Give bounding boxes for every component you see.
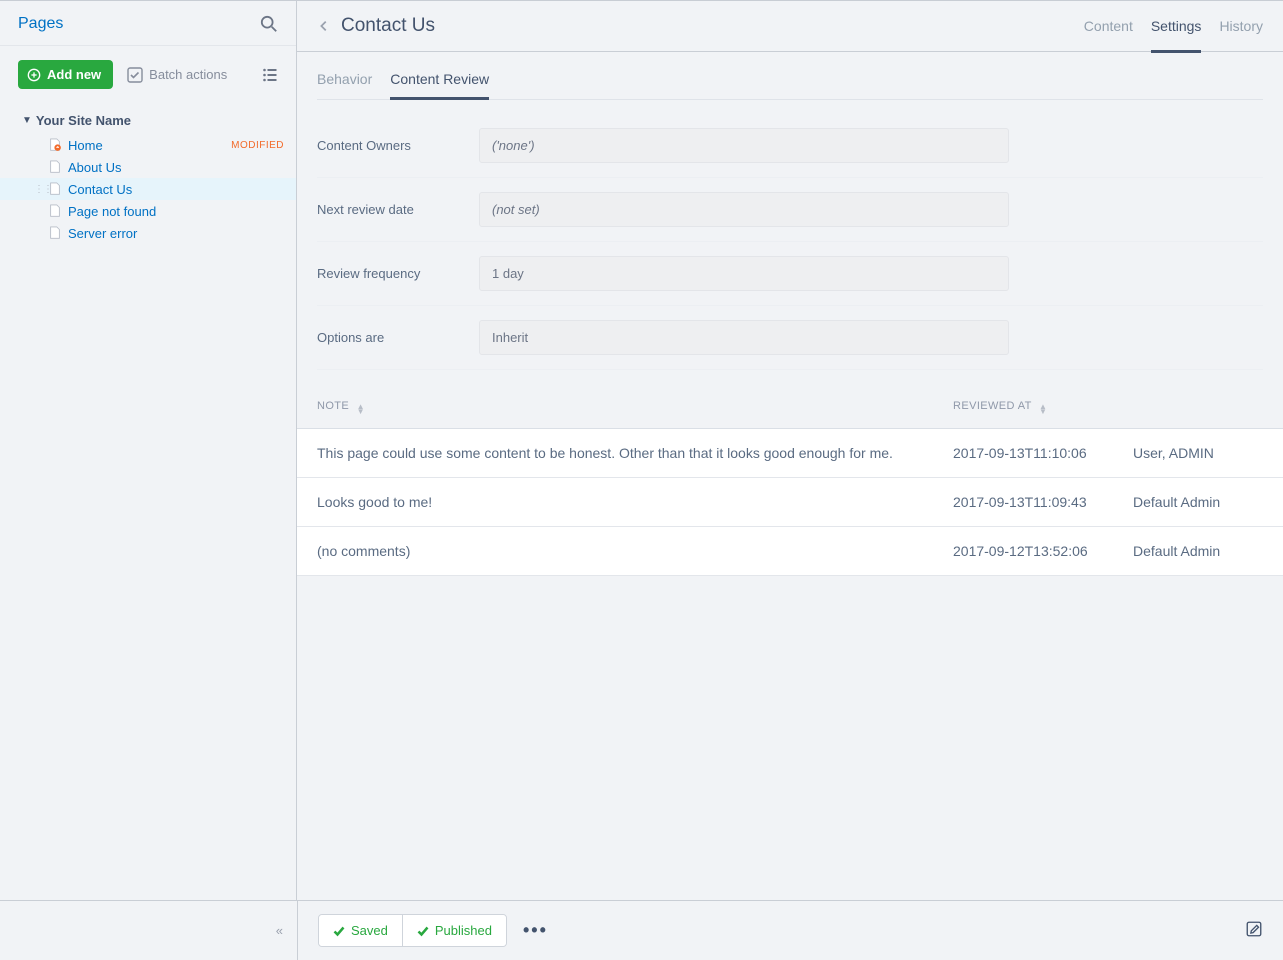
saved-button[interactable]: Saved	[319, 915, 402, 946]
options-label: Options are	[317, 330, 479, 345]
subtabs: Behavior Content Review	[297, 52, 1283, 100]
table-row[interactable]: (no comments) 2017-09-12T13:52:06 Defaul…	[297, 527, 1283, 576]
col-reviewed-header[interactable]: REVIEWED AT ▲▼	[953, 400, 1133, 414]
cell-date: 2017-09-13T11:09:43	[953, 494, 1133, 510]
main-header: Contact Us Content Settings History	[297, 0, 1283, 52]
status-button-group: Saved Published	[318, 914, 507, 947]
list-view-icon[interactable]	[262, 67, 278, 83]
batch-actions[interactable]: Batch actions	[127, 67, 227, 83]
review-frequency-field[interactable]: 1 day	[479, 256, 1009, 291]
sidebar-title[interactable]: Pages	[18, 15, 63, 33]
subtab-content-review[interactable]: Content Review	[390, 71, 489, 99]
batch-actions-label: Batch actions	[149, 67, 227, 82]
table-row[interactable]: This page could use some content to be h…	[297, 429, 1283, 478]
tree-root-label: Your Site Name	[36, 113, 131, 128]
footer: « Saved Published •••	[0, 900, 1283, 960]
published-button[interactable]: Published	[402, 915, 506, 946]
checkmark-icon	[417, 925, 429, 937]
cell-user: Default Admin	[1133, 494, 1263, 510]
page-icon	[48, 226, 62, 240]
options-field[interactable]: Inherit	[479, 320, 1009, 355]
cell-date: 2017-09-13T11:10:06	[953, 445, 1133, 461]
tab-content[interactable]: Content	[1084, 0, 1133, 52]
next-review-field[interactable]: (not set)	[479, 192, 1009, 227]
page-icon	[48, 160, 62, 174]
main-panel: Contact Us Content Settings History Beha…	[297, 0, 1283, 900]
checklist-icon	[127, 67, 143, 83]
plus-circle-icon	[27, 68, 41, 82]
tree-item-home[interactable]: ⋮⋮ Home MODIFIED	[0, 134, 296, 156]
cell-user: User, ADMIN	[1133, 445, 1263, 461]
cell-note: Looks good to me!	[317, 494, 953, 510]
sort-icon: ▲▼	[1039, 404, 1047, 414]
tree-root[interactable]: ▼ Your Site Name	[0, 109, 296, 132]
tree-item-contact[interactable]: ⋮⋮ Contact Us	[0, 178, 296, 200]
page-tree: ▼ Your Site Name ⋮⋮ Home MODIFIED ⋮⋮ Abo…	[0, 105, 296, 244]
cell-note: This page could use some content to be h…	[317, 445, 953, 461]
subtab-behavior[interactable]: Behavior	[317, 71, 372, 99]
review-log-table: NOTE ▲▼ REVIEWED AT ▲▼ This page could u…	[297, 386, 1283, 576]
page-icon	[48, 182, 62, 196]
sort-icon: ▲▼	[357, 404, 365, 414]
tree-item-notfound[interactable]: ⋮⋮ Page not found	[0, 200, 296, 222]
search-icon[interactable]	[260, 15, 278, 33]
add-new-button[interactable]: Add new	[18, 60, 113, 89]
review-frequency-label: Review frequency	[317, 266, 479, 281]
checkmark-icon	[333, 925, 345, 937]
drag-handle-icon[interactable]: ⋮⋮	[38, 184, 48, 195]
next-review-label: Next review date	[317, 202, 479, 217]
modified-badge: MODIFIED	[231, 140, 284, 151]
more-actions-icon[interactable]: •••	[523, 920, 548, 941]
home-page-icon	[48, 138, 62, 152]
cell-note: (no comments)	[317, 543, 953, 559]
page-title: Contact Us	[341, 15, 435, 37]
tab-settings[interactable]: Settings	[1151, 0, 1202, 52]
tree-item-label: About Us	[68, 160, 121, 175]
saved-label: Saved	[351, 923, 388, 938]
collapse-sidebar-icon[interactable]: «	[276, 923, 283, 938]
content-owners-field[interactable]: ('none')	[479, 128, 1009, 163]
published-label: Published	[435, 923, 492, 938]
cell-user: Default Admin	[1133, 543, 1263, 559]
review-settings-form: Content Owners ('none') Next review date…	[297, 100, 1283, 370]
col-note-header[interactable]: NOTE ▲▼	[317, 400, 953, 414]
tree-item-about[interactable]: ⋮⋮ About Us	[0, 156, 296, 178]
table-header: NOTE ▲▼ REVIEWED AT ▲▼	[297, 386, 1283, 429]
cell-date: 2017-09-12T13:52:06	[953, 543, 1133, 559]
tree-item-servererror[interactable]: ⋮⋮ Server error	[0, 222, 296, 244]
add-new-label: Add new	[47, 67, 101, 82]
tree-item-label: Contact Us	[68, 182, 132, 197]
tree-item-label: Page not found	[68, 204, 156, 219]
tree-item-label: Server error	[68, 226, 137, 241]
caret-down-icon: ▼	[22, 115, 32, 126]
page-icon	[48, 204, 62, 218]
content-owners-label: Content Owners	[317, 138, 479, 153]
edit-icon[interactable]	[1245, 920, 1263, 938]
table-row[interactable]: Looks good to me! 2017-09-13T11:09:43 De…	[297, 478, 1283, 527]
tab-history[interactable]: History	[1219, 0, 1263, 52]
sidebar: Pages Add new Batch actions ▼ Your Site	[0, 0, 297, 900]
tree-item-label: Home	[68, 138, 103, 153]
back-chevron-icon[interactable]	[317, 19, 331, 33]
